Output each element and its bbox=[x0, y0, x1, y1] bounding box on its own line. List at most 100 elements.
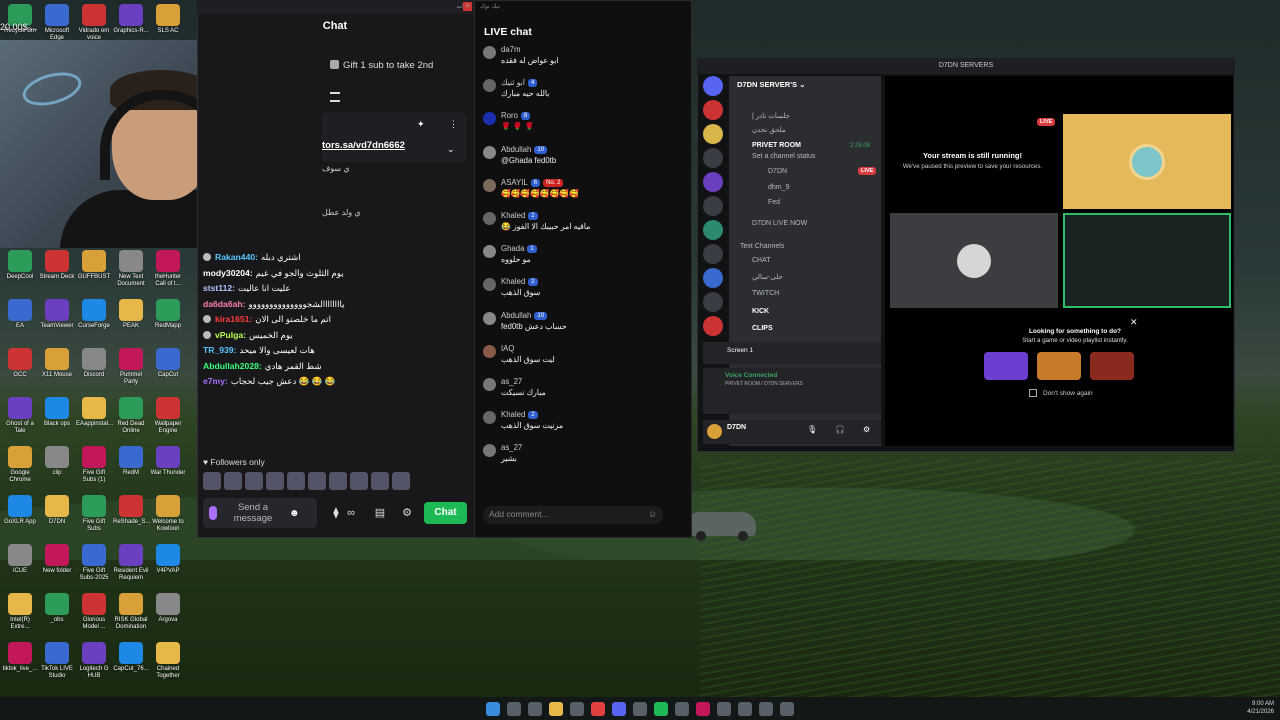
avatar[interactable] bbox=[483, 444, 496, 458]
live-chat-username[interactable]: Abdullah bbox=[501, 311, 531, 320]
desktop-icon[interactable]: Glorious Model ... bbox=[76, 593, 112, 631]
live-chat-username[interactable]: Khaled bbox=[501, 277, 525, 286]
desktop-icon[interactable]: CapCut bbox=[150, 348, 186, 379]
mic-icon[interactable]: 🎙 bbox=[807, 425, 817, 434]
desktop-icon[interactable]: Graphics-R... bbox=[113, 4, 149, 35]
channel-item[interactable]: | جلسات نادر bbox=[752, 112, 790, 120]
desktop-icon[interactable]: V4PVAP bbox=[150, 544, 186, 575]
desktop-icon[interactable]: theHunter Call of t... bbox=[150, 250, 186, 288]
channel-item[interactable]: dhm_9 bbox=[768, 184, 789, 191]
gift-sub-row[interactable]: Gift 1 sub to take 2nd bbox=[330, 60, 433, 71]
search-icon[interactable] bbox=[507, 701, 521, 716]
server-icon[interactable] bbox=[703, 220, 723, 240]
avatar[interactable] bbox=[707, 424, 722, 439]
pinned-link[interactable]: tors.sa/vd7dn6662 bbox=[322, 140, 405, 151]
live-chat-username[interactable]: Khaled bbox=[501, 211, 525, 220]
taskbar-app-icon[interactable] bbox=[738, 701, 752, 716]
taskbar-app-icon[interactable] bbox=[717, 701, 731, 716]
chat-username[interactable]: e7my: bbox=[203, 376, 228, 386]
avatar[interactable] bbox=[483, 112, 496, 126]
desktop-icon[interactable]: tiktok_live_... bbox=[2, 642, 38, 673]
desktop-icon[interactable]: Chained Together bbox=[150, 642, 186, 680]
desktop-icon[interactable]: Microsoft Edge bbox=[39, 4, 75, 42]
taskbar-app-icon[interactable] bbox=[591, 701, 605, 716]
desktop-icon[interactable]: GCC bbox=[2, 348, 38, 379]
desktop-icon[interactable]: Stream Deck bbox=[39, 250, 75, 281]
chat-input[interactable]: Send a message ☻ bbox=[203, 498, 317, 528]
bits-icon[interactable]: ⧫ bbox=[330, 507, 342, 519]
chevron-down-icon[interactable]: ⌄ bbox=[447, 144, 455, 155]
desktop-icon[interactable]: Five Gift Subs-2025 bbox=[76, 544, 112, 582]
avatar[interactable] bbox=[483, 211, 496, 225]
avatar[interactable] bbox=[483, 145, 496, 159]
avatar[interactable] bbox=[483, 278, 496, 292]
close-icon[interactable]: × bbox=[463, 2, 472, 11]
channel-item[interactable]: Set a channel status bbox=[752, 153, 815, 160]
channel-item[interactable]: Fed bbox=[768, 199, 780, 206]
avatar[interactable] bbox=[483, 178, 496, 192]
headset-icon[interactable]: 🎧 bbox=[835, 425, 845, 434]
desktop-icon[interactable]: TikTok LIVE Studio bbox=[39, 642, 75, 680]
live-chat-username[interactable]: as_27 bbox=[501, 443, 522, 452]
emoji-icon[interactable]: ☺ bbox=[648, 509, 657, 519]
desktop-icon[interactable]: New folder bbox=[39, 544, 75, 575]
live-chat-username[interactable]: Khaled bbox=[501, 410, 525, 419]
avatar[interactable] bbox=[483, 245, 496, 259]
chat-username[interactable]: vPulga: bbox=[215, 330, 246, 340]
chat-username[interactable]: Rakan440: bbox=[215, 252, 258, 262]
desktop-icon[interactable]: GUFFBUST bbox=[76, 250, 112, 281]
channel-item[interactable]: CHAT bbox=[752, 257, 771, 264]
chat-username[interactable]: stst112: bbox=[203, 283, 235, 293]
chat-username[interactable]: mody30204: bbox=[203, 268, 253, 278]
desktop-icon[interactable]: Discord bbox=[76, 348, 112, 379]
desktop-icon[interactable]: War Thunder bbox=[150, 446, 186, 477]
dont-show-checkbox[interactable] bbox=[1029, 389, 1037, 397]
server-icon[interactable] bbox=[703, 100, 723, 120]
chat-username[interactable]: TR_939: bbox=[203, 345, 236, 355]
server-icon[interactable] bbox=[703, 244, 723, 264]
live-chat-username[interactable]: IAQ bbox=[501, 344, 514, 353]
desktop-icon[interactable]: clip bbox=[39, 446, 75, 477]
desktop-icon[interactable]: Intel(R) Extre... bbox=[2, 593, 38, 631]
emoji-icon[interactable]: ☻ bbox=[289, 508, 300, 519]
desktop-icon[interactable]: Black ops bbox=[39, 397, 75, 428]
desktop-icon[interactable]: D7DN bbox=[39, 495, 75, 526]
participant-tile[interactable] bbox=[1063, 213, 1231, 308]
live-chat-username[interactable]: as_27 bbox=[501, 377, 522, 386]
desktop-icon[interactable]: PEAK bbox=[113, 299, 149, 330]
taskbar-app-icon[interactable] bbox=[612, 701, 626, 716]
chat-username[interactable]: da6da6ah: bbox=[203, 299, 246, 309]
desktop-icon[interactable]: Red Dead Online bbox=[113, 397, 149, 435]
desktop-icon[interactable]: EAappinstal... bbox=[76, 397, 113, 428]
server-name[interactable]: D7DN SERVER'S ⌄ bbox=[737, 80, 805, 89]
channel-item[interactable]: D7DN LIVE NOW bbox=[752, 220, 807, 227]
desktop-icon[interactable]: Five Gift Subs bbox=[76, 495, 112, 533]
channel-item[interactable]: KICK bbox=[752, 308, 769, 315]
screen-share-panel[interactable]: Screen 1 bbox=[703, 342, 881, 364]
live-chat-username[interactable]: Abdullah bbox=[501, 145, 531, 154]
chat-send-button[interactable]: Chat bbox=[424, 502, 467, 524]
avatar[interactable] bbox=[371, 472, 389, 490]
avatar[interactable] bbox=[483, 377, 496, 391]
desktop-icon[interactable]: RedMapp bbox=[150, 299, 186, 330]
channel-item[interactable]: TWITCH bbox=[752, 290, 779, 297]
desktop-icon[interactable]: Resident Evil Requiem bbox=[113, 544, 149, 582]
menu-icon[interactable] bbox=[330, 92, 340, 102]
avatar[interactable] bbox=[224, 472, 242, 490]
avatar[interactable] bbox=[483, 411, 496, 425]
desktop-icon[interactable]: EA bbox=[2, 299, 38, 330]
avatar[interactable] bbox=[287, 472, 305, 490]
avatar[interactable] bbox=[266, 472, 284, 490]
taskbar-app-icon[interactable] bbox=[528, 701, 542, 716]
avatar[interactable] bbox=[329, 472, 347, 490]
desktop-icon[interactable]: DeepCool bbox=[2, 250, 38, 281]
participant-tile[interactable] bbox=[890, 213, 1058, 308]
desktop-icon[interactable]: TeamViewer bbox=[39, 299, 75, 330]
server-icon[interactable] bbox=[703, 148, 723, 168]
desktop-icon[interactable]: Wallpaper Engine bbox=[150, 397, 186, 435]
taskbar-app-icon[interactable] bbox=[570, 701, 584, 716]
channel-item[interactable]: PRIVET ROOM bbox=[752, 142, 801, 149]
desktop-icon[interactable]: Argova bbox=[150, 593, 186, 624]
activity-card[interactable] bbox=[1090, 352, 1134, 380]
desktop-icon[interactable]: Vidrado em voice bbox=[76, 4, 112, 42]
